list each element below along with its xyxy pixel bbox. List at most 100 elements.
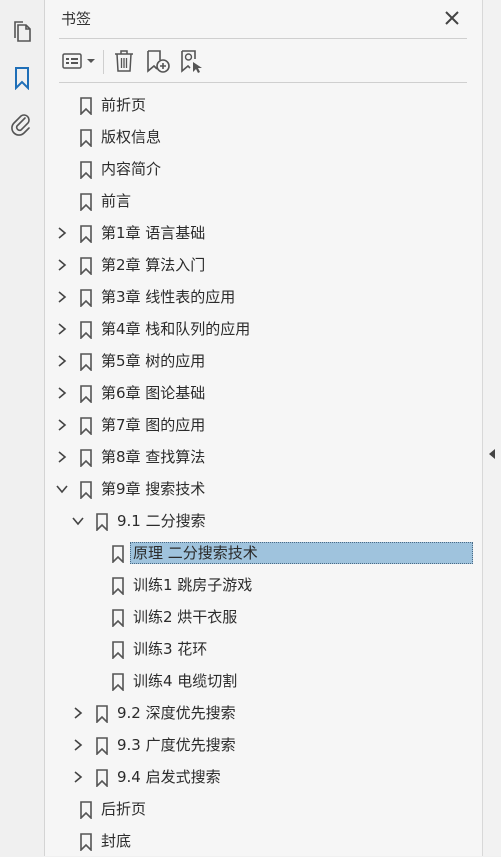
bookmark-icon [79, 449, 93, 468]
bookmark-label[interactable]: 前折页 [101, 95, 146, 115]
bookmark-icon [79, 289, 93, 308]
navigation-rail [0, 0, 45, 856]
bookmark-label[interactable]: 9.2 深度优先搜索 [117, 703, 236, 723]
bookmark-icon [79, 129, 93, 148]
chevron-right-icon[interactable] [71, 769, 85, 785]
bookmark-icon [95, 705, 109, 724]
bookmarks-panel-button[interactable] [8, 64, 36, 92]
bookmark-label[interactable]: 前言 [101, 191, 131, 211]
bookmark-label[interactable]: 训练4 电缆切割 [133, 671, 237, 691]
bookmark-icon [79, 833, 93, 852]
bookmark-row[interactable]: 第8章 查找算法 [45, 441, 482, 473]
bookmark-icon [79, 161, 93, 180]
bookmark-icon [111, 673, 125, 692]
bookmark-label[interactable]: 训练1 跳房子游戏 [133, 575, 252, 595]
collapse-arrow-icon[interactable] [486, 446, 498, 462]
bookmark-row[interactable]: 第6章 图论基础 [45, 377, 482, 409]
find-bookmark-button[interactable] [179, 46, 205, 76]
bookmark-label[interactable]: 9.4 启发式搜索 [117, 767, 221, 787]
panel-resize-strip[interactable] [482, 0, 501, 856]
bookmark-label[interactable]: 原理 二分搜索技术 [130, 542, 473, 564]
chevron-right-icon[interactable] [71, 705, 85, 721]
new-bookmark-button[interactable] [145, 46, 171, 76]
bookmark-row[interactable]: 训练4 电缆切割 [45, 665, 482, 697]
bookmark-label[interactable]: 9.3 广度优先搜索 [117, 735, 236, 755]
bookmark-label[interactable]: 第8章 查找算法 [101, 447, 205, 467]
bookmark-row[interactable]: 原理 二分搜索技术 [45, 537, 482, 569]
bookmark-icon [79, 353, 93, 372]
bookmark-label[interactable]: 训练2 烘干衣服 [133, 607, 237, 627]
bookmark-label[interactable]: 训练3 花环 [133, 639, 207, 659]
bookmark-row[interactable]: 第9章 搜索技术 [45, 473, 482, 505]
trash-icon [115, 50, 133, 72]
chevron-right-icon[interactable] [71, 737, 85, 753]
close-icon [445, 11, 459, 25]
bookmark-row[interactable]: 9.1 二分搜索 [45, 505, 482, 537]
bookmark-row[interactable]: 训练3 花环 [45, 633, 482, 665]
bookmark-icon [95, 737, 109, 756]
chevron-down-icon[interactable] [71, 513, 85, 529]
pages-icon [14, 21, 31, 42]
bookmark-row[interactable]: 后折页 [45, 793, 482, 825]
bookmark-row[interactable]: 9.4 启发式搜索 [45, 761, 482, 793]
bookmark-icon [79, 417, 93, 436]
bookmark-icon [111, 577, 125, 596]
bookmark-row[interactable]: 版权信息 [45, 121, 482, 153]
chevron-right-icon[interactable] [55, 353, 69, 369]
bookmark-row[interactable]: 训练1 跳房子游戏 [45, 569, 482, 601]
bookmark-row[interactable]: 封底 [45, 825, 482, 857]
chevron-right-icon[interactable] [55, 385, 69, 401]
bookmark-label[interactable]: 第5章 树的应用 [101, 351, 205, 371]
bookmark-row[interactable]: 第4章 栈和队列的应用 [45, 313, 482, 345]
chevron-right-icon[interactable] [55, 449, 69, 465]
bookmark-icon [95, 513, 109, 532]
bookmark-icon [111, 609, 125, 628]
bookmark-options-button[interactable] [61, 46, 99, 76]
bookmark-label[interactable]: 第3章 线性表的应用 [101, 287, 235, 307]
bookmark-label[interactable]: 9.1 二分搜索 [117, 511, 206, 531]
bookmark-icon [79, 481, 93, 500]
chevron-right-icon[interactable] [55, 417, 69, 433]
close-panel-button[interactable] [441, 7, 463, 29]
bookmark-icon [79, 225, 93, 244]
bookmark-label[interactable]: 第1章 语言基础 [101, 223, 205, 243]
bookmark-icon [79, 97, 93, 116]
new-bookmark-icon [147, 50, 170, 73]
bookmark-row[interactable]: 第3章 线性表的应用 [45, 281, 482, 313]
chevron-right-icon[interactable] [55, 257, 69, 273]
delete-bookmark-button[interactable] [111, 46, 137, 76]
page-thumbnails-button[interactable] [8, 18, 36, 46]
attachments-button[interactable] [8, 110, 36, 138]
bookmark-row[interactable]: 内容简介 [45, 153, 482, 185]
bookmark-label[interactable]: 第7章 图的应用 [101, 415, 205, 435]
bookmark-label[interactable]: 第4章 栈和队列的应用 [101, 319, 250, 339]
bookmark-label[interactable]: 后折页 [101, 799, 146, 819]
bookmark-row[interactable]: 前言 [45, 185, 482, 217]
bookmark-label[interactable]: 第6章 图论基础 [101, 383, 205, 403]
bookmark-label[interactable]: 内容简介 [101, 159, 161, 179]
divider [59, 38, 467, 39]
bookmark-row[interactable]: 第7章 图的应用 [45, 409, 482, 441]
bookmark-row[interactable]: 第2章 算法入门 [45, 249, 482, 281]
bookmark-row[interactable]: 训练2 烘干衣服 [45, 601, 482, 633]
toolbar-divider [103, 50, 104, 74]
chevron-right-icon[interactable] [55, 289, 69, 305]
chevron-right-icon[interactable] [55, 225, 69, 241]
bookmark-icon [79, 321, 93, 340]
bookmark-icon [95, 769, 109, 788]
bookmark-icon [79, 385, 93, 404]
bookmark-label[interactable]: 版权信息 [101, 127, 161, 147]
panel-title: 书签 [61, 10, 92, 28]
bookmark-label[interactable]: 第9章 搜索技术 [101, 479, 205, 499]
bookmark-row[interactable]: 9.3 广度优先搜索 [45, 729, 482, 761]
chevron-right-icon[interactable] [55, 321, 69, 337]
bookmark-row[interactable]: 第1章 语言基础 [45, 217, 482, 249]
bookmark-icon [79, 193, 93, 212]
chevron-down-icon[interactable] [55, 481, 69, 497]
bookmark-row[interactable]: 第5章 树的应用 [45, 345, 482, 377]
bookmark-label[interactable]: 第2章 算法入门 [101, 255, 205, 275]
bookmark-icon [79, 801, 93, 820]
bookmark-row[interactable]: 9.2 深度优先搜索 [45, 697, 482, 729]
bookmark-label[interactable]: 封底 [101, 831, 131, 851]
bookmark-row[interactable]: 前折页 [45, 89, 482, 121]
